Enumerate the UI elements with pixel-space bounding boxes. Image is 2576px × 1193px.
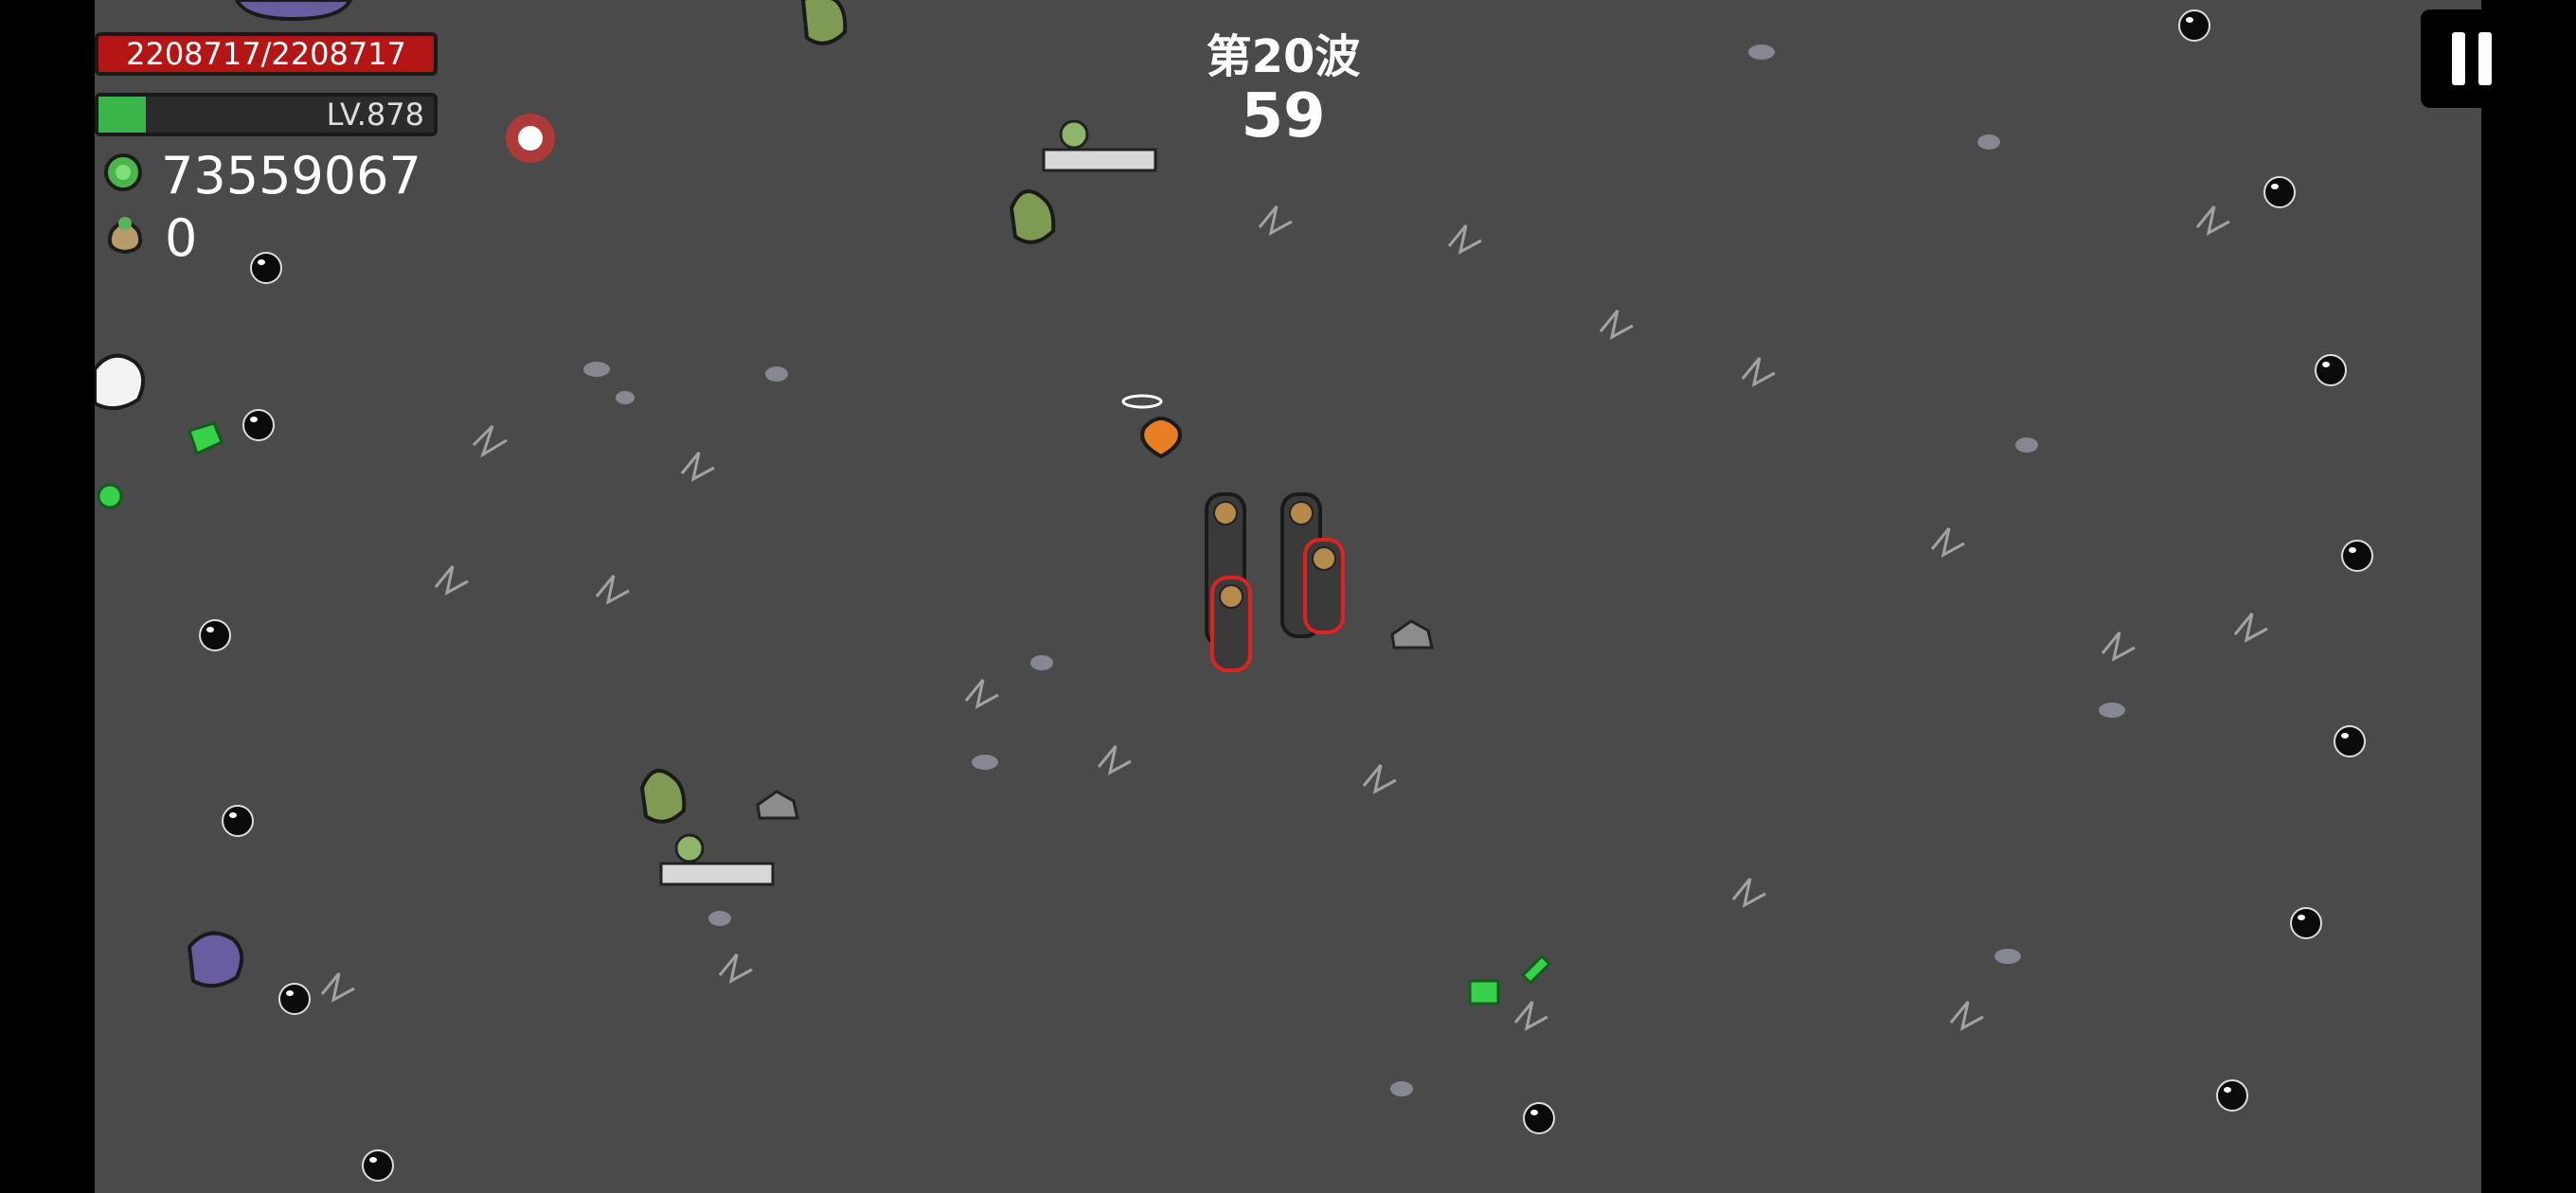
dark-projectile — [2263, 176, 2296, 208]
money-bag-icon — [102, 208, 148, 268]
wave-label: 第20波 — [1206, 30, 1361, 83]
pause-button[interactable] — [2421, 9, 2523, 108]
dark-projectile — [278, 983, 311, 1015]
coin-counter: 73559067 — [102, 146, 421, 205]
green-coin-icon — [102, 146, 144, 205]
dark-projectile — [2290, 907, 2322, 939]
dark-projectile — [242, 409, 275, 441]
dark-projectile — [362, 1149, 394, 1182]
dark-projectile — [222, 805, 254, 837]
dark-projectile — [199, 619, 231, 651]
experience-bar: LV.878 — [95, 93, 438, 136]
health-bar: 2208717/2208717 — [95, 32, 438, 76]
bag-count: 0 — [165, 208, 198, 268]
dark-projectile — [2178, 9, 2210, 42]
pause-icon[interactable] — [2452, 32, 2465, 85]
dark-projectile — [2315, 354, 2347, 386]
experience-fill — [98, 97, 146, 133]
dark-projectile — [2334, 725, 2366, 757]
dark-projectile — [250, 252, 282, 284]
wave-timer: 59 — [1241, 81, 1326, 151]
dark-projectile — [2216, 1079, 2248, 1112]
coin-count: 73559067 — [161, 146, 421, 205]
health-text: 2208717/2208717 — [126, 36, 406, 72]
dark-projectile — [1523, 1102, 1555, 1134]
pause-icon[interactable] — [2478, 32, 2492, 85]
arena-scenery — [95, 0, 2268, 1096]
dark-projectile — [2341, 540, 2373, 572]
game-arena[interactable] — [95, 0, 2481, 1193]
bag-counter: 0 — [102, 208, 197, 268]
level-label: LV.878 — [326, 97, 424, 133]
